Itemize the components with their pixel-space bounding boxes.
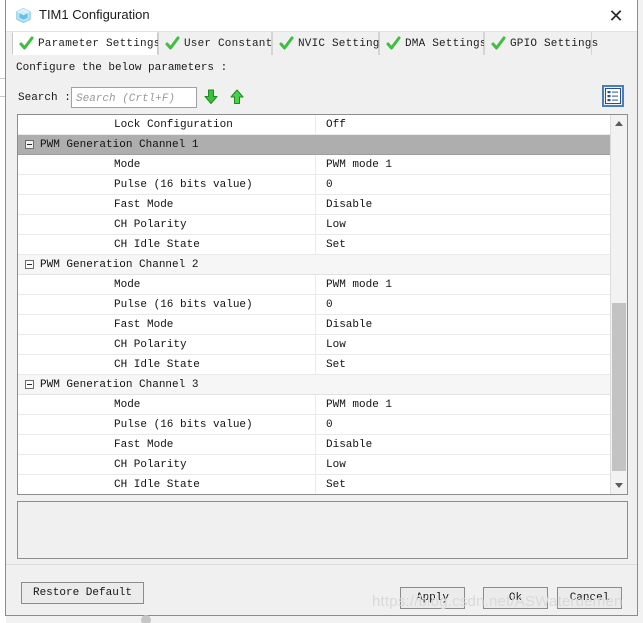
- parameter-row[interactable]: Mode PWM mode 1: [18, 395, 610, 415]
- parameter-row[interactable]: Lock Configuration Off: [18, 115, 610, 135]
- parameter-value[interactable]: Set: [318, 355, 610, 375]
- parameter-value[interactable]: 0: [318, 175, 610, 195]
- parameter-value[interactable]: [318, 375, 610, 395]
- list-view-icon[interactable]: [602, 85, 624, 107]
- check-icon: [386, 36, 401, 51]
- parameter-value[interactable]: [318, 255, 610, 275]
- instruction-text: Configure the below parameters :: [16, 62, 228, 74]
- description-panel: [17, 501, 628, 559]
- screen: TIM1 Configuration ✕ Parameter Settings: [0, 0, 643, 623]
- parameter-row[interactable]: CH Polarity Low: [18, 335, 610, 355]
- tab-bar: Parameter Settings User Constants NVIC S…: [6, 32, 637, 56]
- parameter-row[interactable]: Pulse (16 bits value) 0: [18, 295, 610, 315]
- parameter-list: Lock Configuration Off PWM Generation Chan…: [17, 114, 628, 495]
- check-icon: [165, 36, 180, 51]
- resize-handle: [141, 615, 151, 623]
- tab-parameter-settings[interactable]: Parameter Settings: [12, 32, 161, 55]
- parameter-value[interactable]: Low: [318, 215, 610, 235]
- dialog-window: TIM1 Configuration ✕ Parameter Settings: [5, 0, 638, 616]
- search-input[interactable]: [72, 89, 196, 109]
- tab-label: DMA Settings: [405, 37, 487, 50]
- search-prev-icon[interactable]: [228, 88, 246, 106]
- vertical-scrollbar[interactable]: [610, 115, 627, 494]
- tab-label: User Constants: [184, 37, 280, 50]
- parameter-name: PWM Generation Channel 3: [40, 379, 199, 391]
- dialog-body: Configure the below parameters : Search …: [6, 55, 637, 615]
- check-icon: [19, 36, 34, 51]
- tab-gpio-settings[interactable]: GPIO Settings: [484, 32, 598, 55]
- parameter-row[interactable]: CH Polarity Low: [18, 455, 610, 475]
- parameter-name: PWM Generation Channel 2: [40, 259, 199, 271]
- title-bar: TIM1 Configuration ✕: [6, 0, 637, 32]
- parameter-row[interactable]: Pulse (16 bits value) 0: [18, 415, 610, 435]
- parameter-list-viewport[interactable]: Lock Configuration Off PWM Generation Chan…: [18, 115, 610, 494]
- window-title: TIM1 Configuration: [39, 7, 150, 22]
- search-label: Search :: [18, 92, 71, 104]
- tab-label: Parameter Settings: [38, 37, 161, 50]
- parameter-row[interactable]: Mode PWM mode 1: [18, 275, 610, 295]
- search-next-icon[interactable]: [202, 88, 220, 106]
- parameter-value[interactable]: Disable: [318, 315, 610, 335]
- parameter-group-row[interactable]: PWM Generation Channel 1: [18, 135, 610, 155]
- ok-button[interactable]: Ok: [483, 587, 548, 609]
- parameter-row[interactable]: CH Idle State Set: [18, 475, 610, 494]
- parameter-value[interactable]: Low: [318, 455, 610, 475]
- parameter-row[interactable]: Fast Mode Disable: [18, 195, 610, 215]
- cancel-button[interactable]: Cancel: [557, 587, 622, 609]
- tab-user-constants[interactable]: User Constants: [158, 32, 279, 55]
- search-field[interactable]: [71, 87, 197, 109]
- parameter-row[interactable]: CH Idle State Set: [18, 235, 610, 255]
- parameter-value[interactable]: PWM mode 1: [318, 275, 610, 295]
- parameter-value[interactable]: Set: [318, 475, 610, 494]
- check-icon: [491, 36, 506, 51]
- parameter-name: PWM Generation Channel 1: [40, 139, 199, 151]
- parameter-row[interactable]: CH Polarity Low: [18, 215, 610, 235]
- tab-label: GPIO Settings: [510, 37, 599, 50]
- scroll-down-icon[interactable]: [611, 477, 627, 494]
- parameter-row[interactable]: Pulse (16 bits value) 0: [18, 175, 610, 195]
- close-icon[interactable]: ✕: [603, 4, 629, 28]
- parameter-row[interactable]: CH Idle State Set: [18, 355, 610, 375]
- parameter-value[interactable]: 0: [318, 415, 610, 435]
- cube-icon: [15, 7, 32, 24]
- parameter-group-row[interactable]: PWM Generation Channel 2: [18, 255, 610, 275]
- check-icon: [279, 36, 294, 51]
- parameter-value[interactable]: Disable: [318, 195, 610, 215]
- apply-button[interactable]: Apply: [400, 587, 465, 609]
- scrollbar-thumb[interactable]: [612, 303, 626, 471]
- tab-label: NVIC Settings: [298, 37, 387, 50]
- parameter-row[interactable]: Mode PWM mode 1: [18, 155, 610, 175]
- scroll-up-icon[interactable]: [611, 115, 627, 132]
- parameter-value[interactable]: Low: [318, 335, 610, 355]
- parameter-row[interactable]: Fast Mode Disable: [18, 435, 610, 455]
- parameter-value[interactable]: PWM mode 1: [318, 155, 610, 175]
- parameter-value[interactable]: Set: [318, 235, 610, 255]
- tab-nvic-settings[interactable]: NVIC Settings: [272, 32, 386, 55]
- parameter-value[interactable]: Disable: [318, 435, 610, 455]
- parameter-value[interactable]: Off: [318, 115, 610, 135]
- parameter-row[interactable]: Fast Mode Disable: [18, 315, 610, 335]
- restore-default-button[interactable]: Restore Default: [21, 582, 144, 604]
- parameter-value[interactable]: [318, 135, 610, 155]
- parameter-value[interactable]: 0: [318, 295, 610, 315]
- tab-dma-settings[interactable]: DMA Settings: [379, 32, 487, 55]
- parameter-value[interactable]: PWM mode 1: [318, 395, 610, 415]
- dialog-footer: Restore Default Apply Ok Cancel: [6, 564, 637, 615]
- parameter-group-row[interactable]: PWM Generation Channel 3: [18, 375, 610, 395]
